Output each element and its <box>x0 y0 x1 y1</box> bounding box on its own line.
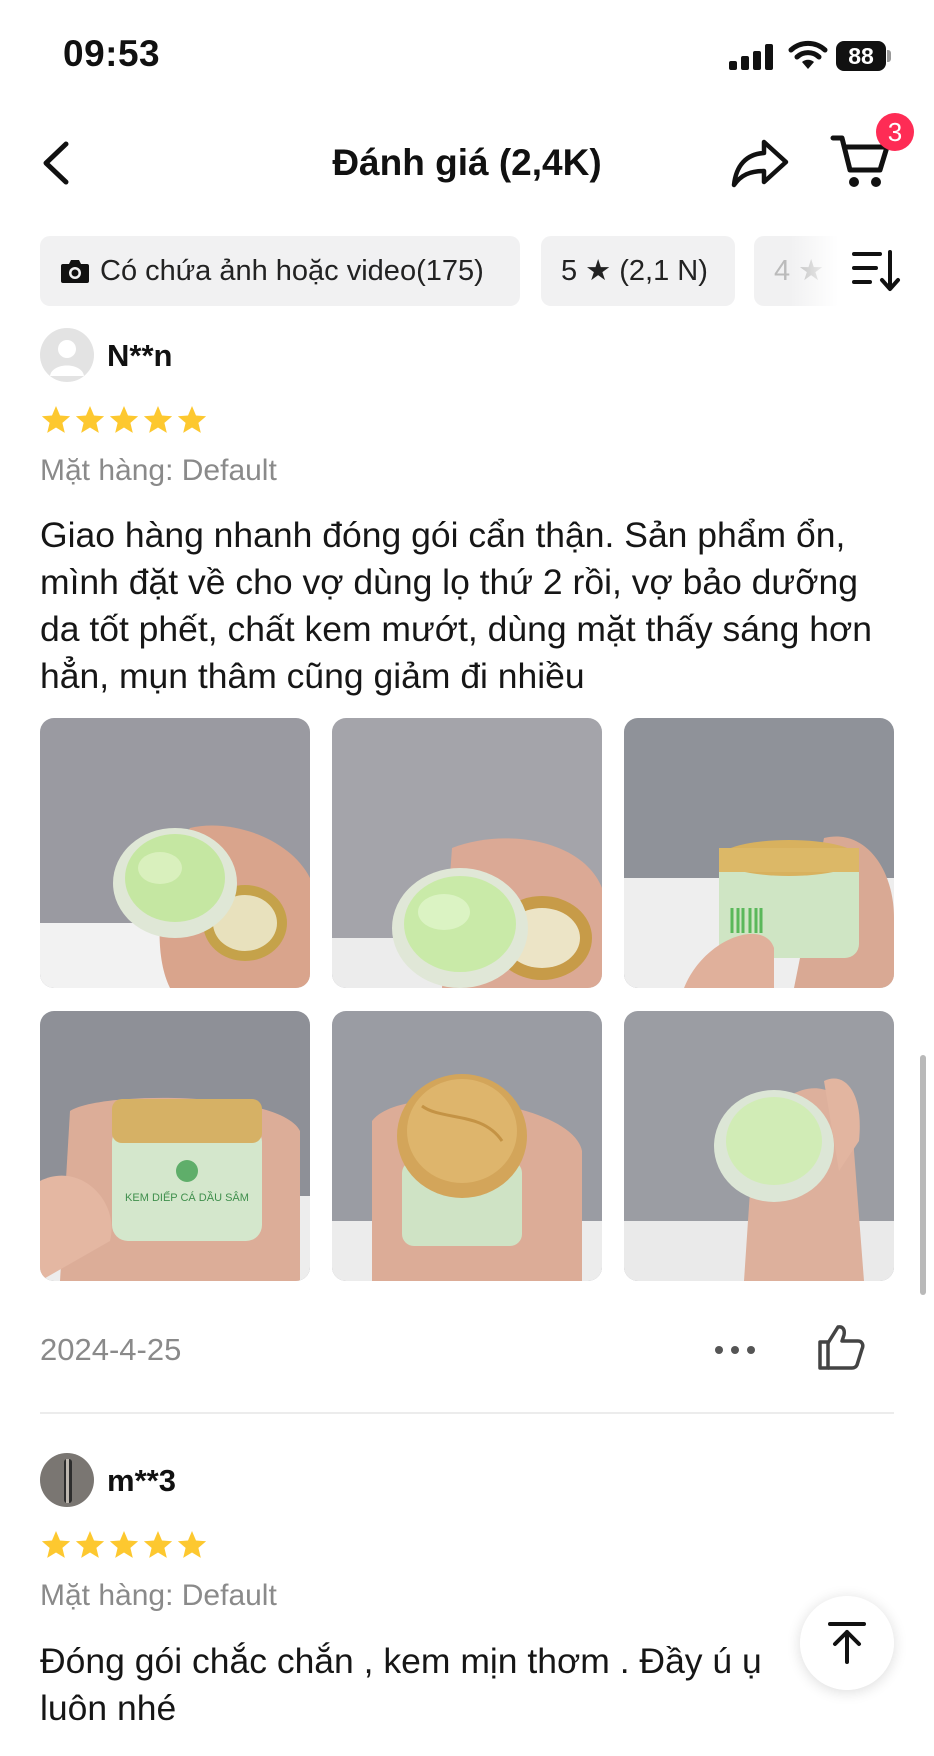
star-icon <box>41 406 71 433</box>
jar-label-text: KEM DIẾP CÁ DẦU SÂM <box>125 1191 249 1204</box>
star-icon <box>75 406 105 433</box>
camera-icon <box>61 260 89 283</box>
review-card: m**3 Mặt hàng: Default Đóng gói chắc chắ… <box>40 1453 894 1756</box>
battery-icon: 88 <box>836 41 892 71</box>
filter-chip-with-media[interactable]: Có chứa ảnh hoặc video(175) <box>40 236 520 306</box>
cart-count-badge: 3 <box>876 113 914 151</box>
back-to-top-icon[interactable] <box>800 1596 894 1690</box>
sort-icon[interactable] <box>852 248 902 294</box>
review-divider <box>40 1412 894 1414</box>
avatar <box>40 328 94 382</box>
wifi-icon <box>788 40 828 69</box>
filter-chip-label: Có chứa ảnh hoặc video <box>100 255 417 287</box>
review-photo[interactable] <box>332 1011 602 1281</box>
review-text: Đóng gói chắc chắn , kem mịn thơm . Đầy … <box>40 1641 762 1728</box>
review-photo[interactable] <box>624 718 894 988</box>
star-icon <box>75 1531 105 1558</box>
review-photo[interactable] <box>40 718 310 988</box>
status-time: 09:53 <box>63 33 161 74</box>
review-text: Giao hàng nhanh đóng gói cẩn thận. Sản p… <box>40 515 873 696</box>
star-icon <box>109 1531 139 1558</box>
more-icon[interactable] <box>712 1340 758 1360</box>
star-icon <box>41 1531 71 1558</box>
filter-chip-5-star[interactable]: 5 ★ (2,1 N) <box>541 236 735 306</box>
review-photo[interactable] <box>332 718 602 988</box>
review-photo[interactable]: KEM DIẾP CÁ DẦU SÂM <box>40 1011 310 1281</box>
page-title: Đánh giá (2,4K) <box>332 142 602 183</box>
filter-chip-count: (175) <box>416 255 484 287</box>
reviewer-name: N**n <box>107 338 173 373</box>
review-card: N**n Mặt hàng: Default Giao hàng nhanh đ… <box>40 328 894 1408</box>
reviewer-name: m**3 <box>107 1463 176 1498</box>
star-icon <box>143 1531 173 1558</box>
star-icon <box>177 406 207 433</box>
status-bar: 09:53 88 <box>0 0 934 110</box>
share-icon[interactable] <box>730 136 790 190</box>
header: Đánh giá (2,4K) <box>0 120 934 206</box>
review-photo[interactable] <box>624 1011 894 1281</box>
thumbs-up-icon[interactable] <box>816 1322 866 1372</box>
cellular-signal-icon <box>729 44 775 70</box>
avatar <box>40 1453 94 1507</box>
review-date: 2024-4-25 <box>40 1332 182 1367</box>
star-icon <box>109 406 139 433</box>
product-variant: Mặt hàng: Default <box>40 1579 277 1612</box>
star-icon <box>177 1531 207 1558</box>
battery-level: 88 <box>836 41 886 71</box>
star-icon <box>143 406 173 433</box>
filter-chip-label: 5 ★ (2,1 N) <box>561 255 708 287</box>
scrollbar[interactable] <box>920 1055 926 1295</box>
product-variant: Mặt hàng: Default <box>40 454 277 487</box>
